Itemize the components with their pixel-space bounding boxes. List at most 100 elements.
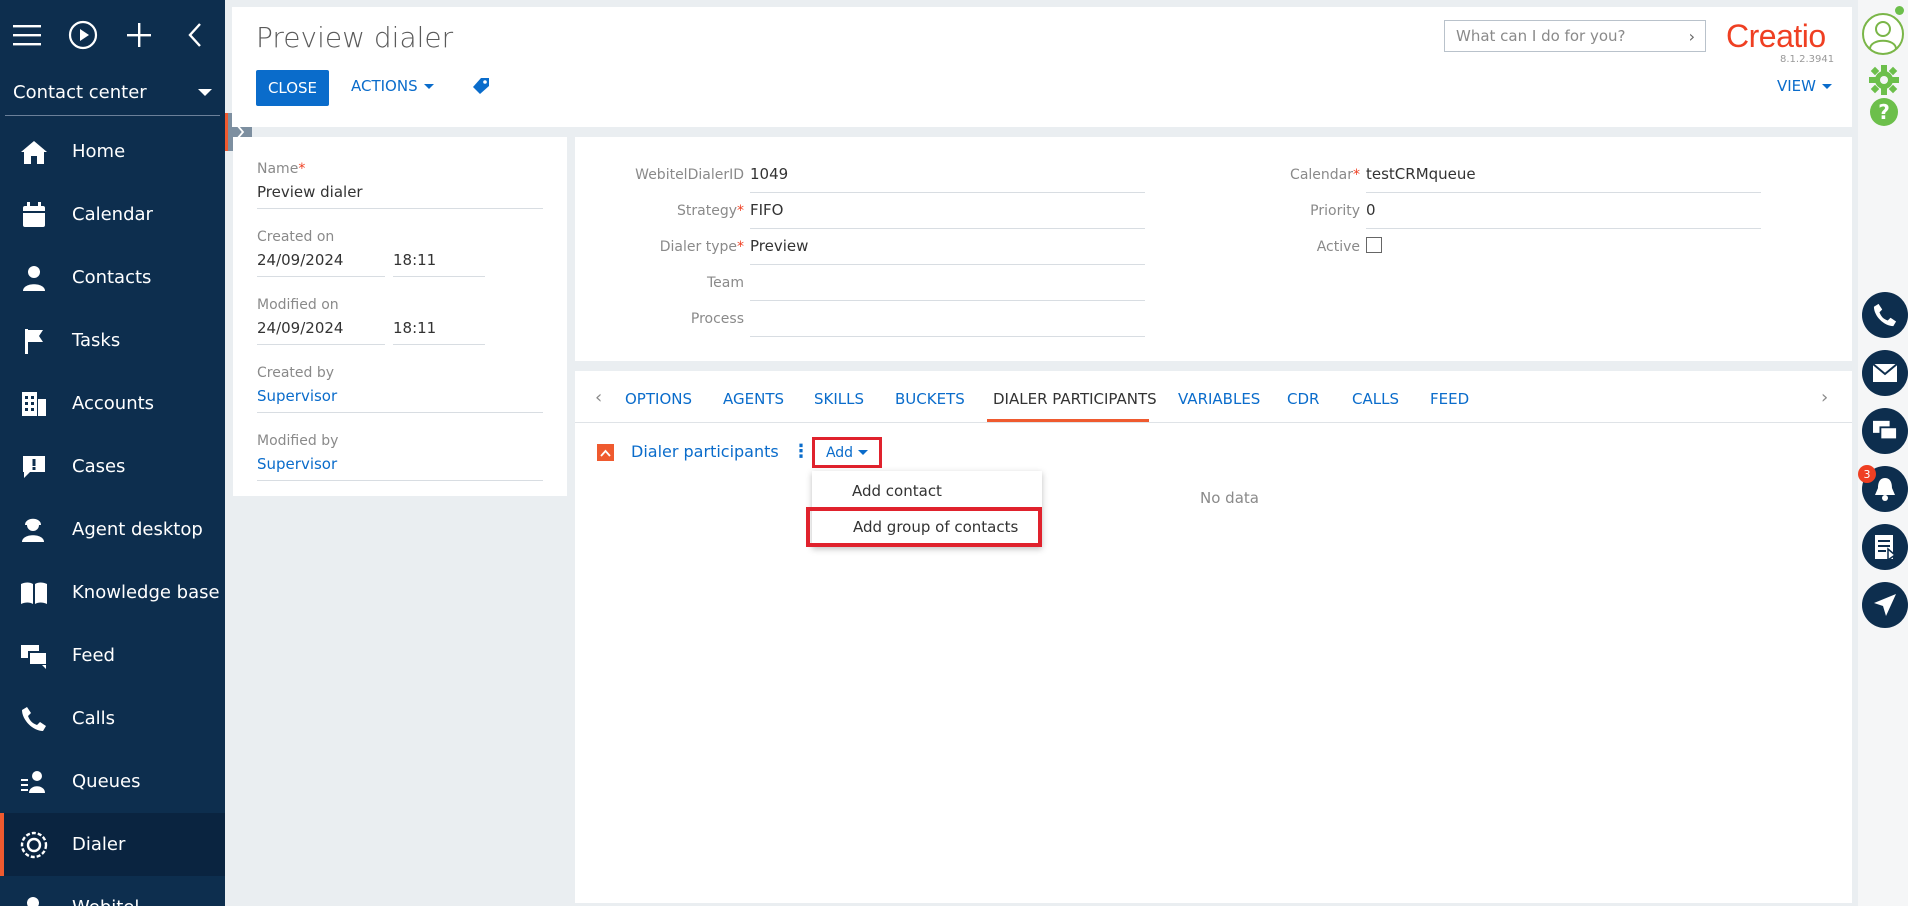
plus-icon[interactable]: [124, 20, 154, 50]
strategy-label: Strategy*: [677, 203, 744, 219]
workspace-selector[interactable]: Contact center: [5, 70, 220, 116]
sidebar-item-label: Queues: [72, 771, 141, 792]
tab-bar: ‹ OPTIONS AGENTS SKILLS BUCKETS DIALER P…: [575, 371, 1852, 423]
help-icon[interactable]: ?: [1870, 98, 1898, 126]
sidebar-item-home[interactable]: Home: [0, 120, 225, 183]
sidebar-item-agent-desktop[interactable]: Agent desktop: [0, 498, 225, 561]
page-header: Preview dialer CLOSE ACTIONS What can I …: [232, 7, 1852, 127]
process-field[interactable]: [750, 307, 1145, 337]
view-button[interactable]: VIEW: [1777, 77, 1832, 95]
hamburger-menu-icon[interactable]: [12, 20, 42, 50]
creatio-logo: Creatio: [1726, 18, 1826, 54]
tab-agents[interactable]: AGENTS: [723, 390, 784, 408]
sidebar-item-label: Agent desktop: [72, 519, 203, 540]
sidebar-item-dialer[interactable]: Dialer: [0, 813, 225, 876]
dialer-type-field[interactable]: Preview: [750, 235, 1145, 265]
actions-label: ACTIONS: [351, 77, 418, 95]
add-dropdown-menu: Add contact Add group of contacts: [806, 471, 1042, 547]
created-by-link[interactable]: Supervisor: [257, 387, 543, 413]
add-button[interactable]: Add: [812, 437, 882, 468]
more-options-icon[interactable]: ⋮: [792, 441, 810, 462]
sidebar-item-cases[interactable]: Cases: [0, 435, 225, 498]
close-button[interactable]: CLOSE: [256, 70, 329, 106]
queue-icon: [20, 768, 48, 796]
sidebar-item-contacts[interactable]: Contacts: [0, 246, 225, 309]
sidebar-item-knowledge-base[interactable]: Knowledge base: [0, 561, 225, 624]
menu-item-add-contact[interactable]: Add contact: [812, 473, 1042, 509]
email-panel-button[interactable]: [1862, 350, 1908, 396]
webitel-icon: [20, 894, 48, 906]
tab-feed[interactable]: FEED: [1430, 390, 1469, 408]
modified-by-link[interactable]: Supervisor: [257, 455, 543, 481]
sidebar-item-label: Calendar: [72, 204, 153, 225]
calendar-label: Calendar*: [1290, 167, 1360, 183]
chat-panel-button[interactable]: [1862, 408, 1908, 454]
collapse-detail-button[interactable]: [597, 444, 614, 461]
webitel-dialer-id-field[interactable]: 1049: [750, 163, 1145, 193]
name-field[interactable]: Preview dialer: [257, 183, 543, 209]
chat-icon: [1873, 420, 1898, 441]
team-label: Team: [706, 275, 744, 291]
sidebar-item-webitel[interactable]: Webitel: [0, 876, 225, 906]
sidebar-item-calendar[interactable]: Calendar: [0, 183, 225, 246]
tab-cdr[interactable]: CDR: [1287, 390, 1319, 408]
sidebar-item-tasks[interactable]: Tasks: [0, 309, 225, 372]
send-panel-button[interactable]: [1862, 582, 1908, 628]
tabs-scroll-left-icon[interactable]: ‹: [595, 387, 602, 408]
search-placeholder: What can I do for you?: [1456, 27, 1626, 45]
active-checkbox[interactable]: [1366, 237, 1382, 253]
modified-on-time-field[interactable]: 18:11: [393, 319, 485, 345]
calendar-field[interactable]: testCRMqueue: [1366, 163, 1761, 193]
tag-icon[interactable]: [472, 77, 490, 99]
chevron-right-icon[interactable]: ›: [1689, 27, 1695, 46]
tab-variables[interactable]: VARIABLES: [1178, 390, 1260, 408]
actions-button[interactable]: ACTIONS: [351, 77, 434, 95]
sidebar-item-calls[interactable]: Calls: [0, 687, 225, 750]
notification-badge: 3: [1858, 465, 1876, 483]
team-field[interactable]: [750, 271, 1145, 301]
chevron-down-icon: [198, 89, 212, 96]
tab-skills[interactable]: SKILLS: [814, 390, 864, 408]
send-icon: [1874, 594, 1896, 616]
avatar[interactable]: [1862, 13, 1904, 55]
tab-options[interactable]: OPTIONS: [625, 390, 692, 408]
modified-by-label: Modified by: [257, 433, 339, 449]
tab-buckets[interactable]: BUCKETS: [895, 390, 965, 408]
created-on-date-field[interactable]: 24/09/2024: [257, 251, 385, 277]
tab-dialer-participants[interactable]: DIALER PARTICIPANTS: [993, 390, 1157, 408]
record-info-card: Name* Preview dialer Created on 24/09/20…: [233, 137, 567, 496]
gear-icon[interactable]: [1868, 64, 1900, 100]
chevron-down-icon: [1822, 83, 1832, 89]
priority-field[interactable]: 0: [1366, 199, 1761, 229]
created-on-label: Created on: [257, 229, 335, 245]
command-search-input[interactable]: What can I do for you? ›: [1444, 20, 1706, 52]
email-icon: [1872, 363, 1898, 382]
bell-icon: [1875, 478, 1895, 501]
agent-icon: [20, 516, 48, 544]
strategy-field[interactable]: FIFO: [750, 199, 1145, 229]
created-on-time-field[interactable]: 18:11: [393, 251, 485, 277]
flag-icon: [20, 327, 48, 355]
modified-on-date-field[interactable]: 24/09/2024: [257, 319, 385, 345]
sidebar-item-feed[interactable]: Feed: [0, 624, 225, 687]
play-icon[interactable]: [68, 20, 98, 50]
report-panel-button[interactable]: [1862, 524, 1908, 570]
user-icon: [1869, 21, 1897, 50]
sidebar-item-accounts[interactable]: Accounts: [0, 372, 225, 435]
sidebar-item-label: Tasks: [72, 330, 121, 351]
add-label: Add: [825, 444, 854, 461]
no-data-message: No data: [1200, 489, 1259, 507]
chevron-left-icon[interactable]: [180, 20, 210, 50]
menu-item-add-group-of-contacts[interactable]: Add group of contacts: [806, 507, 1042, 547]
case-icon: [20, 453, 48, 481]
detail-title[interactable]: Dialer participants: [631, 442, 779, 461]
tabs-scroll-right-icon[interactable]: ›: [1821, 387, 1828, 408]
sidebar-item-queues[interactable]: Queues: [0, 750, 225, 813]
sidebar-item-label: Calls: [72, 708, 115, 729]
phone-panel-button[interactable]: [1862, 292, 1908, 338]
sidebar-item-label: Dialer: [72, 834, 126, 855]
strategy-row: Strategy* FIFO: [575, 199, 1145, 229]
sidebar-item-label: Contacts: [72, 267, 152, 288]
created-by-label: Created by: [257, 365, 335, 381]
tab-calls[interactable]: CALLS: [1352, 390, 1399, 408]
